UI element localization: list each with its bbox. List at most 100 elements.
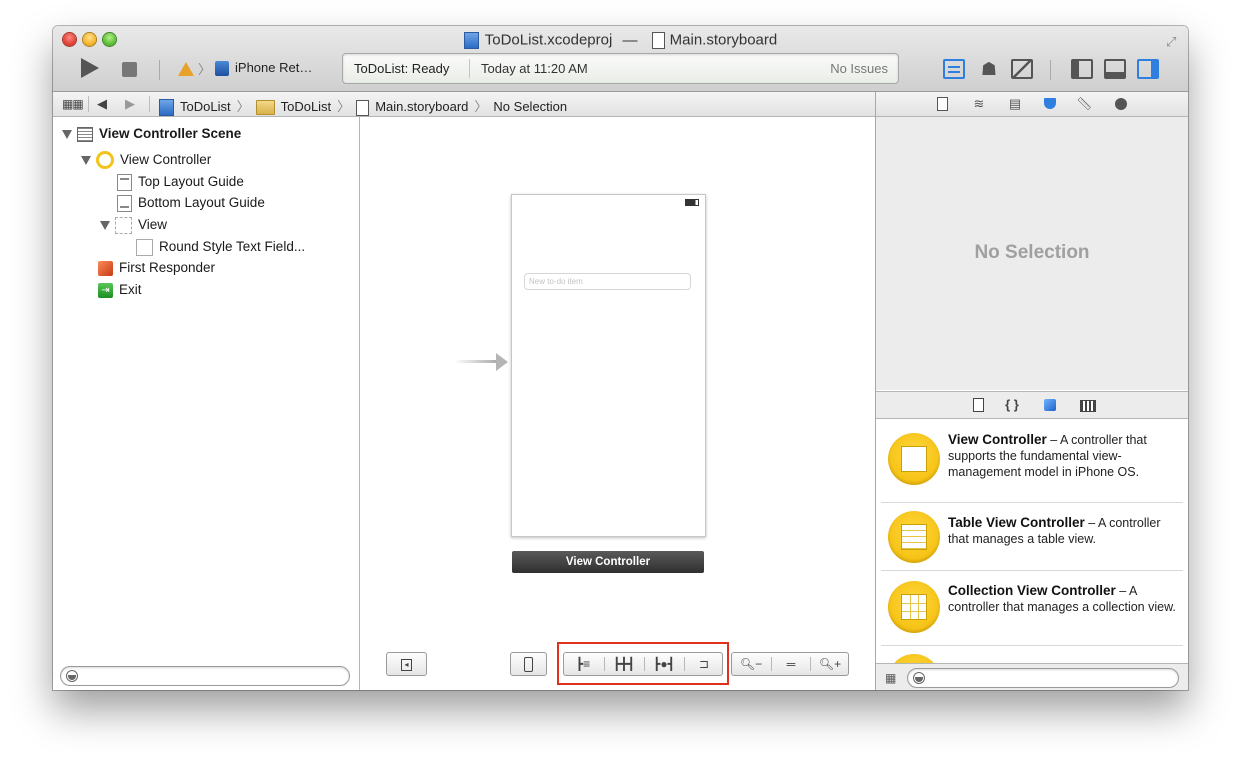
window-title: ToDoList.xcodeproj — Main.storyboard	[53, 31, 1188, 49]
media-library-icon[interactable]	[1079, 397, 1096, 413]
chevron-right-icon: 〉	[474, 99, 488, 114]
hide-outline-button[interactable]: ◂	[386, 652, 427, 676]
library-item-title: Collection View Controller	[948, 583, 1116, 598]
initial-view-controller-arrow[interactable]	[454, 353, 510, 371]
layout-controls-highlight	[557, 642, 729, 685]
scene-icon	[77, 126, 93, 142]
todo-text-field[interactable]: New to-do item	[524, 273, 691, 290]
inspector-pane: ≋ ▤ 📏︎ No Selection	[876, 92, 1188, 390]
navigator-toggle-button[interactable]	[1071, 59, 1093, 79]
outline-filter-field[interactable]	[60, 666, 350, 686]
run-button[interactable]	[81, 58, 99, 78]
storyboard-canvas[interactable]: New to-do item View Controller ◂ ┣≡ ┣╋┫ …	[360, 117, 875, 690]
activity-issues[interactable]: No Issues	[830, 61, 888, 76]
outline-label: View Controller Scene	[99, 126, 242, 141]
library-item-text: Collection View Controller – A controlle…	[948, 583, 1176, 615]
xcode-window: ToDoList.xcodeproj — Main.storyboard ⤢ 〉…	[53, 26, 1188, 690]
assistant-editor-icon[interactable]: ☗	[978, 59, 1000, 79]
file-name: Main.storyboard	[669, 31, 778, 49]
chevron-right-icon: 〉	[198, 62, 212, 77]
arrow-shaft	[454, 360, 498, 363]
outline-label: View Controller	[120, 152, 212, 167]
layout-guide-icon	[117, 173, 132, 191]
title-separator: —	[622, 31, 638, 49]
outline-item-view-controller[interactable]: View Controller	[81, 150, 211, 170]
library-item-text: View Controller – A controller that supp…	[948, 432, 1176, 480]
view-controller-frame[interactable]: New to-do item	[511, 194, 706, 537]
battery-icon	[685, 199, 699, 206]
version-editor-button[interactable]	[1011, 59, 1033, 79]
object-library-icon[interactable]	[1042, 397, 1058, 413]
storyboard-file-icon	[356, 99, 370, 116]
library-tabs: { }	[876, 392, 1188, 419]
zoom-actual-size-icon[interactable]: ═	[772, 653, 810, 675]
library-item-collection-view-controller[interactable]: Collection View Controller – A controlle…	[881, 571, 1183, 646]
outline-item-view[interactable]: View	[100, 215, 167, 235]
outline-item-scene[interactable]: View Controller Scene	[62, 124, 241, 144]
file-inspector-icon[interactable]	[934, 96, 950, 112]
outline-label: Bottom Layout Guide	[138, 195, 265, 210]
device-icon	[524, 657, 533, 673]
back-arrow-icon[interactable]: ◀	[97, 96, 107, 112]
breadcrumb-group[interactable]: ToDoList	[281, 99, 332, 114]
storyboard-file-icon	[651, 31, 665, 49]
outline-label: First Responder	[119, 260, 216, 275]
outline-item-first-responder[interactable]: First Responder	[98, 258, 215, 278]
library-item-title: Table View Controller	[948, 515, 1085, 530]
arrow-head-icon	[496, 353, 508, 371]
standard-editor-button[interactable]	[943, 59, 965, 79]
outline-item-text-field[interactable]: Round Style Text Field...	[136, 237, 305, 257]
scheme-selector[interactable]: 〉 iPhone Ret…	[178, 59, 312, 79]
scheme-app-icon	[178, 61, 194, 76]
xcodeproj-icon	[159, 99, 174, 117]
outline-label: Exit	[119, 282, 142, 297]
identity-inspector-icon[interactable]: ▤	[1007, 96, 1023, 112]
outline-item-bottom-layout-guide[interactable]: Bottom Layout Guide	[117, 193, 265, 213]
inspector-empty-state: No Selection	[974, 242, 1090, 263]
disclosure-triangle-icon[interactable]	[81, 155, 91, 165]
grid-view-icon[interactable]: ▦	[885, 671, 896, 685]
zoom-in-icon[interactable]: 🔍︎+	[811, 653, 849, 675]
library-item-table-view-controller[interactable]: Table View Controller – A controller tha…	[881, 503, 1183, 571]
layout-guide-icon	[117, 194, 132, 212]
attributes-inspector-icon[interactable]	[1042, 96, 1058, 112]
activity-time: Today at 11:20 AM	[481, 61, 588, 76]
zoom-out-icon[interactable]: 🔍︎−	[732, 653, 770, 675]
library-item-view-controller[interactable]: View Controller – A controller that supp…	[881, 425, 1183, 503]
utilities-toggle-button[interactable]	[1137, 59, 1159, 79]
scene-dock-label[interactable]: View Controller	[512, 551, 704, 573]
toolbar: ToDoList.xcodeproj — Main.storyboard ⤢ 〉…	[53, 26, 1188, 92]
file-template-library-icon[interactable]	[970, 397, 986, 413]
code-snippet-library-icon[interactable]: { }	[1004, 397, 1020, 413]
collection-view-controller-library-icon	[888, 581, 940, 633]
document-outline: View Controller Scene View Controller To…	[53, 117, 360, 690]
forward-arrow-icon[interactable]: ▶	[125, 96, 135, 112]
breadcrumb-selection[interactable]: No Selection	[493, 99, 567, 114]
library-footer: ▦	[876, 663, 1188, 690]
view-icon	[115, 216, 132, 234]
outline-item-top-layout-guide[interactable]: Top Layout Guide	[117, 172, 244, 192]
fullscreen-icon[interactable]: ⤢	[1166, 34, 1180, 49]
related-items-icon[interactable]: ▦▦	[62, 97, 84, 111]
disclosure-triangle-icon[interactable]	[62, 129, 72, 139]
size-inspector-icon[interactable]: 📏︎	[1076, 96, 1093, 112]
quick-help-icon[interactable]: ≋	[971, 96, 987, 112]
outline-item-exit[interactable]: ⇥ Exit	[98, 280, 142, 300]
connections-inspector-icon[interactable]	[1113, 96, 1129, 112]
library-filter-field[interactable]	[907, 668, 1179, 688]
activity-viewer: ToDoList: Ready Today at 11:20 AM No Iss…	[342, 53, 899, 84]
text-field-icon	[136, 238, 153, 256]
breadcrumb-file[interactable]: Main.storyboard	[375, 99, 468, 114]
filter-icon	[913, 672, 925, 684]
exit-icon: ⇥	[98, 282, 113, 298]
iphone-icon	[215, 61, 230, 76]
form-factor-button[interactable]	[510, 652, 547, 676]
stop-button[interactable]	[122, 62, 137, 77]
disclosure-triangle-icon[interactable]	[100, 220, 110, 230]
activity-divider	[469, 59, 470, 78]
chevron-right-icon: 〉	[236, 99, 250, 114]
debug-area-toggle-button[interactable]	[1104, 59, 1126, 79]
table-view-controller-library-icon	[888, 511, 940, 563]
zoom-controls: 🔍︎− ═ 🔍︎+	[731, 652, 849, 676]
breadcrumb-project[interactable]: ToDoList	[180, 99, 231, 114]
